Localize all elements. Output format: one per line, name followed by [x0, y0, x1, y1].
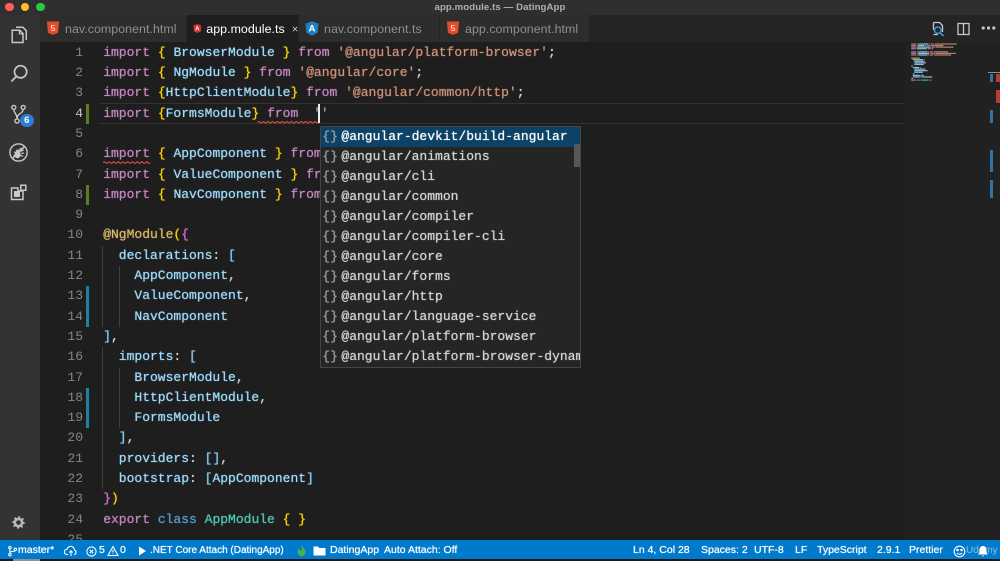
svg-text:5: 5 [51, 23, 56, 33]
svg-text:A: A [195, 27, 200, 33]
svg-text:5: 5 [451, 23, 456, 33]
svg-text:A: A [308, 24, 315, 35]
